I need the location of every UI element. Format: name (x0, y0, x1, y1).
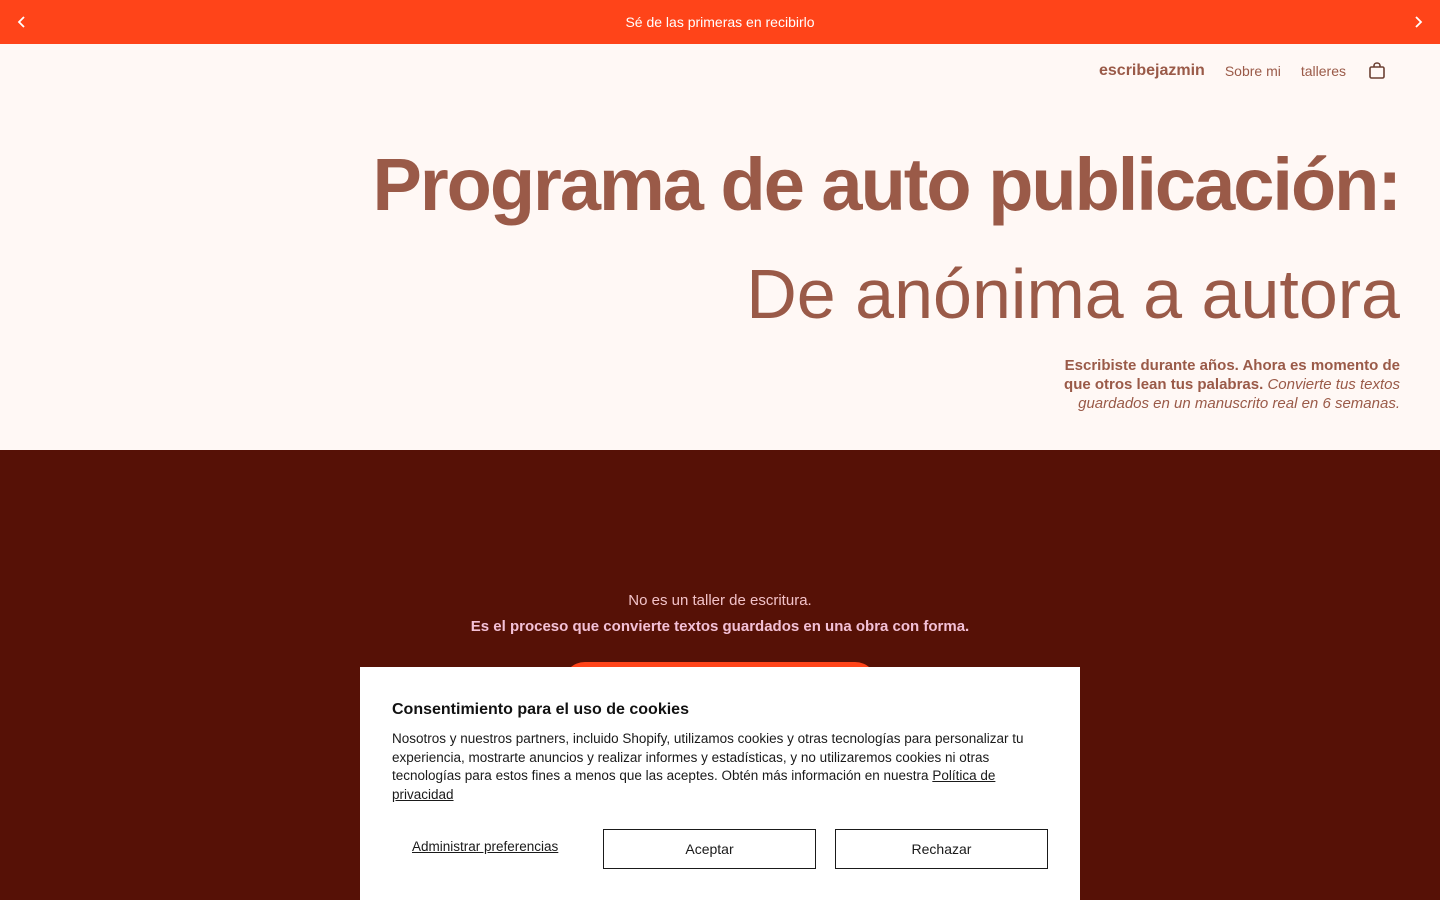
nav-link-sobre-mi[interactable]: Sobre mi (1225, 63, 1281, 79)
site-header: escribejazmin Sobre mi talleres (0, 44, 1440, 94)
hero-title: Programa de auto publicación: (372, 143, 1402, 226)
bag-icon[interactable] (1366, 60, 1388, 82)
cookie-title: Consentimiento para el uso de cookies (392, 701, 689, 718)
chevron-left-icon[interactable] (11, 11, 33, 33)
intro-line-1: No es un taller de escritura. (628, 592, 812, 609)
reject-button[interactable]: Rechazar (835, 829, 1048, 869)
hero-subtitle: De anónima a autora (746, 255, 1400, 333)
main-nav: escribejazmin Sobre mi talleres (1099, 60, 1388, 82)
hero-description: Escribiste durante años. Ahora es moment… (1040, 356, 1400, 413)
cookie-actions: Administrar preferencias Aceptar Rechaza… (392, 829, 1048, 869)
brand-link[interactable]: escribejazmin (1099, 62, 1205, 80)
intro-line-2: Es el proceso que convierte textos guard… (470, 618, 970, 635)
chevron-right-icon[interactable] (1407, 11, 1429, 33)
announcement-text: Sé de las primeras en recibirlo (625, 14, 815, 30)
cookie-text-body: Nosotros y nuestros partners, incluido S… (392, 731, 1024, 783)
manage-preferences-link[interactable]: Administrar preferencias (412, 839, 558, 854)
hero-section: Programa de auto publicación: De anónima… (0, 94, 1440, 450)
cookie-text: Nosotros y nuestros partners, incluido S… (392, 730, 1048, 804)
accept-button[interactable]: Aceptar (603, 829, 816, 869)
nav-link-talleres[interactable]: talleres (1301, 63, 1346, 79)
cookie-consent-dialog: Consentimiento para el uso de cookies No… (360, 667, 1080, 900)
announcement-bar: Sé de las primeras en recibirlo (0, 0, 1440, 44)
